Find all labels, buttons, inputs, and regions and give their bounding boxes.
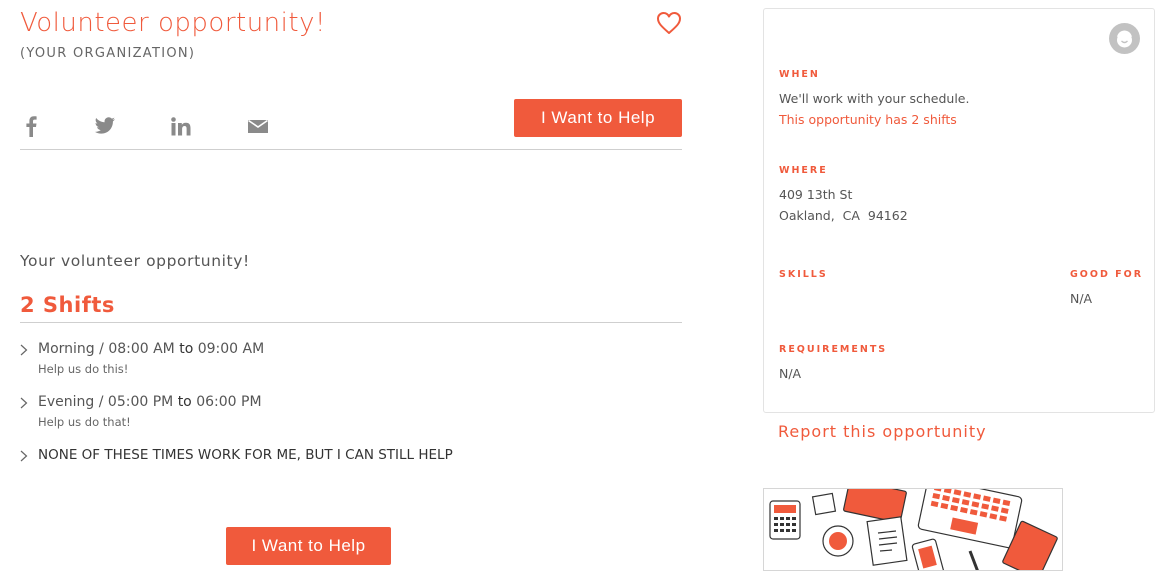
address-city-line: Oakland, CA 94162 — [779, 208, 908, 223]
skills-label: SKILLS — [779, 269, 828, 280]
shifts-heading: 2 Shifts — [20, 293, 115, 317]
good-for-label: GOOD FOR — [1070, 269, 1144, 280]
avatar-icon[interactable] — [1109, 23, 1140, 54]
shift-item-flexible[interactable]: NONE OF THESE TIMES WORK FOR ME, BUT I C… — [20, 447, 682, 467]
desk-illustration — [763, 488, 1063, 571]
chevron-right-icon — [20, 397, 28, 412]
opportunity-description: Your volunteer opportunity! — [20, 252, 250, 270]
shift-time: Morning / 08:00 AM to 09:00 AM — [38, 341, 265, 357]
requirements-value: N/A — [779, 366, 802, 381]
shift-time: Evening / 05:00 PM to 06:00 PM — [38, 394, 262, 410]
facebook-icon[interactable] — [20, 115, 42, 137]
page-title: Volunteer opportunity! — [20, 8, 326, 38]
email-icon[interactable] — [247, 115, 269, 137]
where-label: WHERE — [779, 165, 828, 176]
shift-item-morning[interactable]: Morning / 08:00 AM to 09:00 AM Help us d… — [20, 341, 682, 381]
shifts-count-link[interactable]: This opportunity has 2 shifts — [779, 112, 957, 127]
good-for-value: N/A — [1070, 291, 1093, 306]
details-panel: WHEN We'll work with your schedule. This… — [763, 8, 1155, 413]
divider — [20, 149, 682, 150]
organization-name: (YOUR ORGANIZATION) — [20, 46, 196, 61]
no-times-option: NONE OF THESE TIMES WORK FOR ME, BUT I C… — [38, 447, 453, 463]
when-label: WHEN — [779, 69, 820, 80]
when-text: We'll work with your schedule. — [779, 91, 970, 106]
want-to-help-button[interactable]: I Want to Help — [514, 99, 682, 137]
requirements-label: REQUIREMENTS — [779, 344, 888, 355]
address-line1: 409 13th St — [779, 187, 853, 202]
shift-note: Help us do that! — [38, 415, 131, 429]
want-to-help-button-bottom[interactable]: I Want to Help — [226, 527, 391, 565]
chevron-right-icon — [20, 450, 28, 465]
linkedin-icon[interactable] — [170, 115, 192, 137]
favorite-heart-icon[interactable] — [656, 11, 682, 35]
report-opportunity-link[interactable]: Report this opportunity — [778, 422, 987, 441]
divider — [20, 322, 682, 323]
twitter-icon[interactable] — [94, 115, 116, 137]
chevron-right-icon — [20, 344, 28, 359]
opportunity-main: Volunteer opportunity! (YOUR ORGANIZATIO… — [20, 0, 682, 571]
shift-item-evening[interactable]: Evening / 05:00 PM to 06:00 PM Help us d… — [20, 394, 682, 434]
shift-note: Help us do this! — [38, 362, 129, 376]
